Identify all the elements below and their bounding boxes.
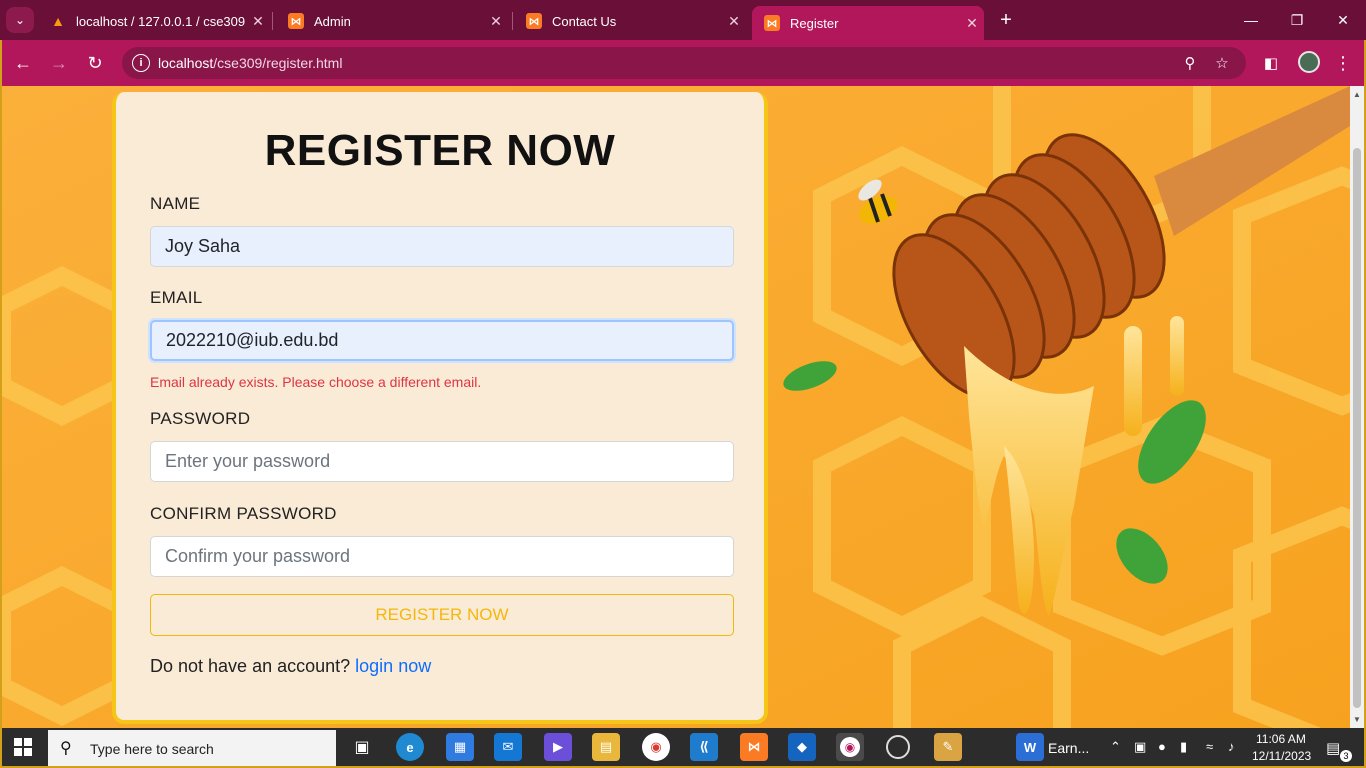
word-doc-icon[interactable]: W <box>1016 733 1044 761</box>
reload-button[interactable]: ↻ <box>82 50 108 76</box>
arrow-left-icon: ← <box>14 52 32 73</box>
scrollbar-thumb[interactable] <box>1353 148 1361 708</box>
tab-title: Admin <box>314 13 351 29</box>
forward-button[interactable]: → <box>46 50 72 76</box>
url-text[interactable]: localhost/cse309/register.html <box>158 55 342 71</box>
new-tab-button[interactable]: + <box>994 8 1018 32</box>
arrow-right-icon: → <box>50 52 68 73</box>
clipchamp-icon[interactable]: ▶ <box>544 733 572 761</box>
address-bar[interactable]: i localhost/cse309/register.html ⚲ ☆ <box>122 47 1246 79</box>
url-path: /cse309/register.html <box>213 55 343 71</box>
windows-start-button[interactable] <box>14 738 32 756</box>
password-label: PASSWORD <box>150 409 251 428</box>
tab-title: Register <box>790 15 839 31</box>
tab-search-button[interactable]: ⌄ <box>6 7 34 33</box>
tab-register[interactable]: ⋈ Register ✕ <box>752 6 984 40</box>
window-close-button[interactable]: ✕ <box>1328 8 1358 32</box>
tab-divider <box>272 12 273 30</box>
tab-contact-us[interactable]: ⋈ Contact Us ✕ <box>514 6 746 36</box>
chevron-down-icon: ⌄ <box>14 13 26 27</box>
microphone-icon[interactable]: ● <box>1158 739 1166 754</box>
email-error-message: Email already exists. Please choose a di… <box>150 374 482 390</box>
tab-admin[interactable]: ⋈ Admin ✕ <box>276 6 508 36</box>
anydesk-icon[interactable]: ◆ <box>788 733 816 761</box>
close-icon[interactable]: ✕ <box>722 13 746 30</box>
plus-icon: + <box>1000 8 1012 31</box>
name-label: NAME <box>150 194 201 213</box>
login-prompt-text: Do not have an account? <box>150 656 356 676</box>
login-link[interactable]: login now <box>355 656 431 676</box>
vscode-icon[interactable]: ⟪ <box>690 733 718 761</box>
notification-icon[interactable]: ▤ <box>1326 739 1340 757</box>
edge-icon[interactable]: e <box>396 733 424 761</box>
word-app-label[interactable]: Earn... <box>1048 740 1089 756</box>
close-icon[interactable]: ✕ <box>960 15 984 32</box>
taskbar-search[interactable]: ⚲ Type here to search <box>48 730 336 766</box>
phpmyadmin-icon: ▲ <box>51 13 65 29</box>
page-content: REGISTER NOW NAME Joy Saha EMAIL 2022210… <box>2 86 1350 728</box>
xampp-taskbar-icon[interactable]: ⋈ <box>740 733 768 761</box>
chevron-up-icon[interactable]: ⌃ <box>1110 739 1121 755</box>
store-icon[interactable]: ▦ <box>446 733 474 761</box>
minimize-button[interactable]: — <box>1236 8 1266 32</box>
xampp-icon: ⋈ <box>526 13 542 29</box>
scroll-down-icon[interactable]: ▼ <box>1353 715 1361 724</box>
register-button[interactable]: REGISTER NOW <box>150 594 734 636</box>
name-input[interactable]: Joy Saha <box>150 226 734 267</box>
tab-strip: ⌄ ▲ localhost / 127.0.0.1 / cse309 / u ✕… <box>0 0 1366 40</box>
file-explorer-icon[interactable]: ▤ <box>592 733 620 761</box>
login-prompt: Do not have an account? login now <box>150 656 431 677</box>
paint-icon[interactable]: ✎ <box>934 733 962 761</box>
clock-time[interactable]: 11:06 AM <box>1256 732 1306 746</box>
xampp-icon: ⋈ <box>288 13 304 29</box>
tab-title: localhost / 127.0.0.1 / cse309 / u <box>76 13 246 29</box>
password-input[interactable]: Enter your password <box>150 441 734 482</box>
tab-phpmyadmin[interactable]: ▲ localhost / 127.0.0.1 / cse309 / u ✕ <box>38 6 270 36</box>
confirm-password-input[interactable]: Confirm your password <box>150 536 734 577</box>
scroll-up-icon[interactable]: ▲ <box>1353 90 1361 99</box>
volume-icon[interactable]: ♪ <box>1228 739 1235 754</box>
kebab-menu-icon: ⋮ <box>1334 52 1352 73</box>
windows-taskbar: ⚲ Type here to search ▣ e ▦ ✉ ▶ ▤ ◉ ⟪ ⋈ … <box>2 728 1364 766</box>
browser-toolbar: ← → ↻ i localhost/cse309/register.html ⚲… <box>2 40 1364 86</box>
camera-icon[interactable]: ▣ <box>1134 739 1146 755</box>
mail-icon[interactable]: ✉ <box>494 733 522 761</box>
zoom-icon[interactable]: ⚲ <box>1180 53 1200 73</box>
tab-title: Contact Us <box>552 13 617 29</box>
restore-button[interactable]: ❐ <box>1282 8 1312 32</box>
side-panel-button[interactable]: ◧ <box>1258 50 1284 76</box>
taskbar-search-placeholder: Type here to search <box>90 741 214 757</box>
profile-avatar[interactable] <box>1298 51 1320 73</box>
notification-badge: 3 <box>1340 750 1352 762</box>
page-title: REGISTER NOW <box>264 126 616 175</box>
back-button[interactable]: ← <box>10 50 36 76</box>
xampp-icon: ⋈ <box>764 15 780 31</box>
menu-button[interactable]: ⋮ <box>1330 50 1356 76</box>
battery-icon[interactable]: ▮ <box>1180 739 1187 755</box>
bookmark-star-icon[interactable]: ☆ <box>1212 53 1232 73</box>
email-input[interactable]: 2022210@iub.edu.bd <box>150 320 734 361</box>
email-label: EMAIL <box>150 288 203 307</box>
info-icon[interactable]: i <box>132 54 150 72</box>
wifi-icon[interactable]: ≈ <box>1206 739 1213 754</box>
tab-divider <box>512 12 513 30</box>
chrome-active-icon[interactable]: ◉ <box>836 733 864 761</box>
side-panel-icon: ◧ <box>1263 55 1279 72</box>
task-view-icon[interactable]: ▣ <box>348 733 376 761</box>
chrome-icon[interactable]: ◉ <box>642 733 670 761</box>
page-scrollbar[interactable]: ▲ ▼ <box>1350 86 1364 728</box>
search-icon: ⚲ <box>60 740 72 757</box>
confirm-password-label: CONFIRM PASSWORD <box>150 504 337 523</box>
honey-dipper-illustration <box>783 86 1350 616</box>
url-host: localhost <box>158 55 214 71</box>
close-icon[interactable]: ✕ <box>246 13 270 30</box>
obs-icon[interactable] <box>886 735 910 759</box>
register-card: REGISTER NOW NAME Joy Saha EMAIL 2022210… <box>112 92 768 724</box>
clock-date[interactable]: 12/11/2023 <box>1252 749 1311 763</box>
close-icon[interactable]: ✕ <box>484 13 508 30</box>
reload-icon: ↻ <box>87 52 103 73</box>
